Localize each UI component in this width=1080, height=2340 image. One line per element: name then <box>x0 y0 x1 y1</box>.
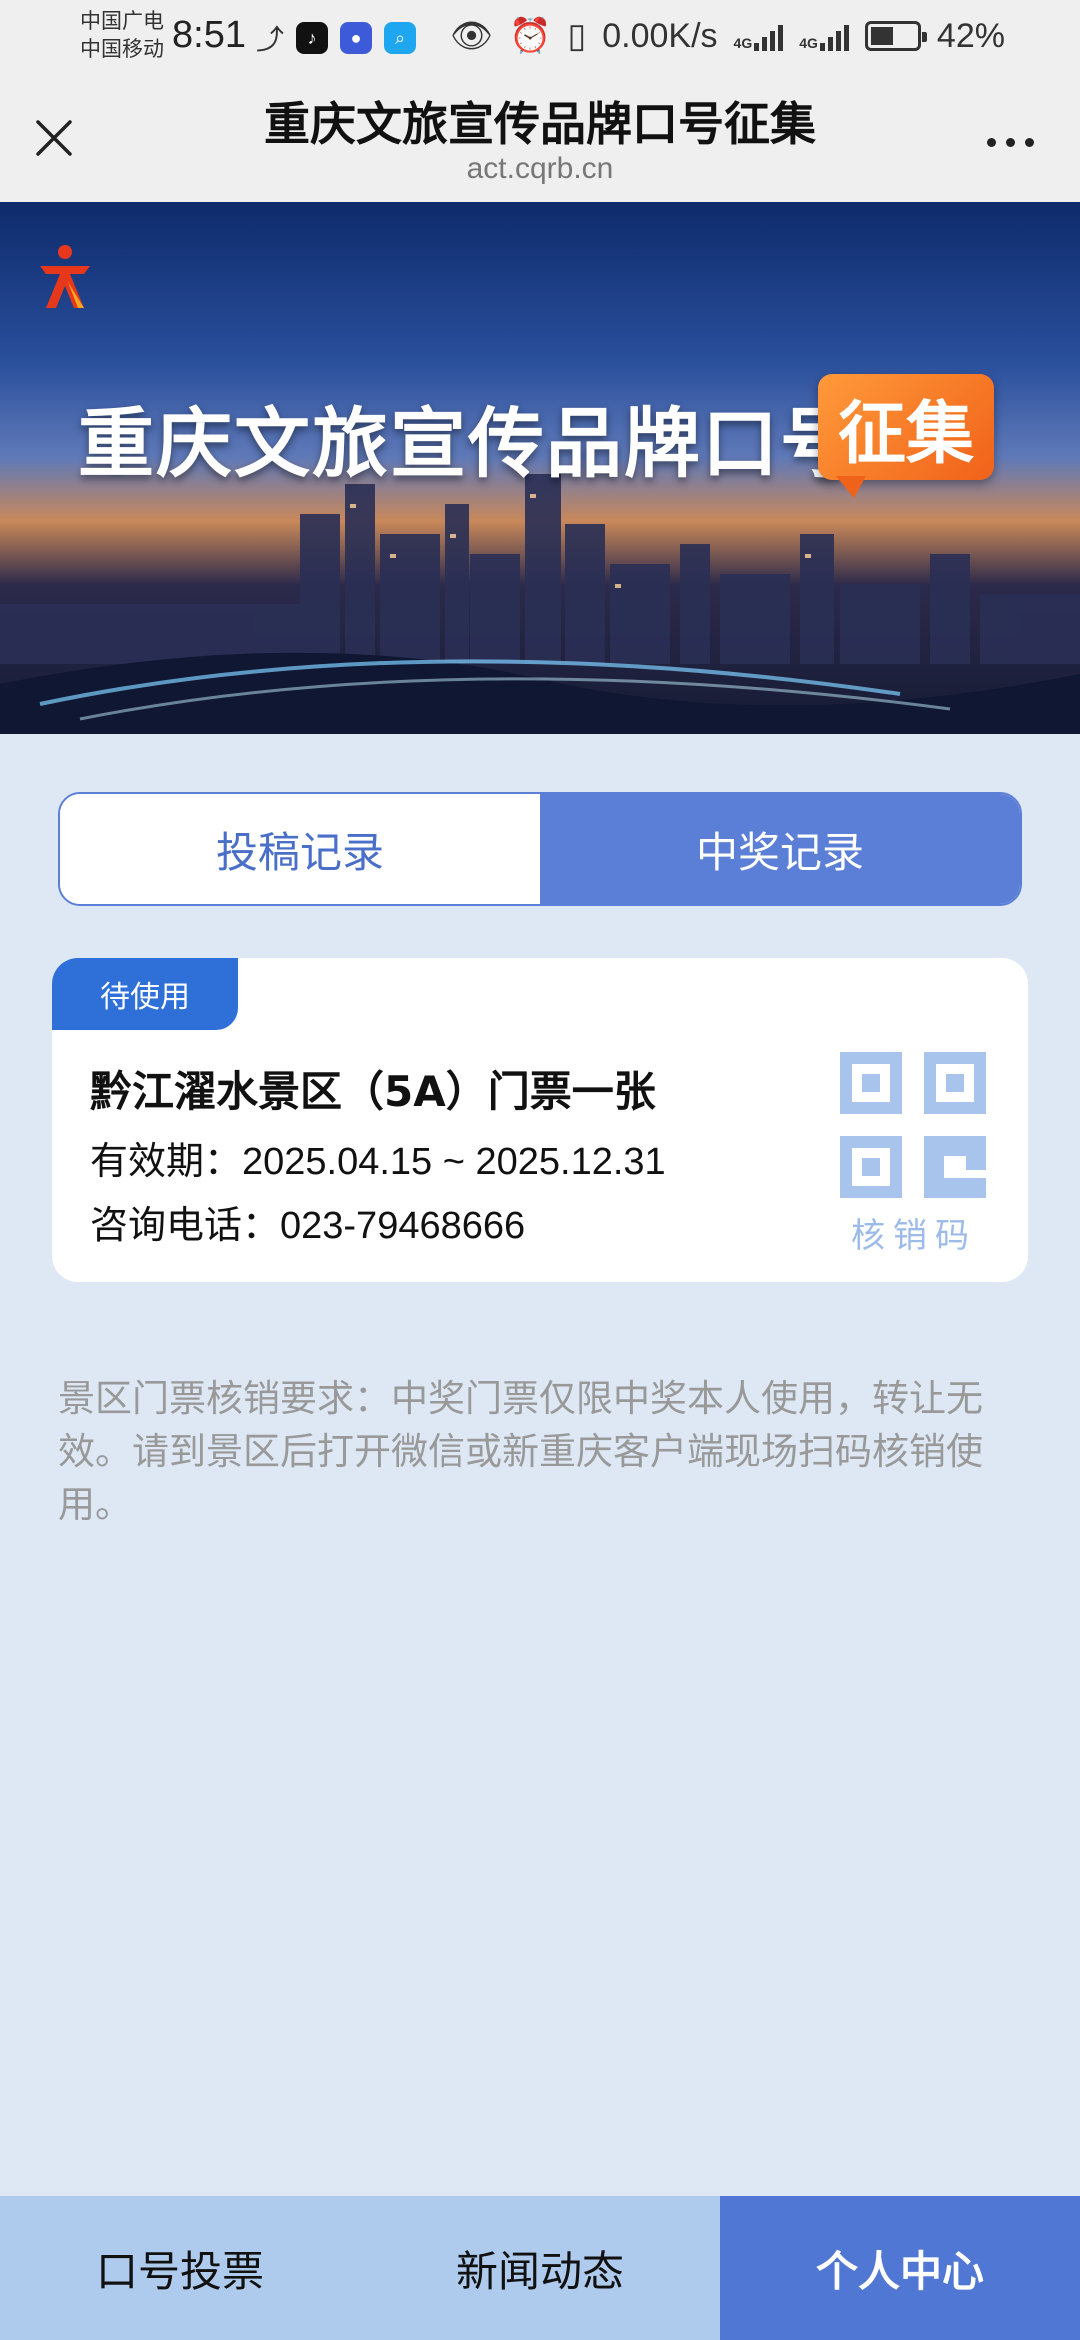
battery-percent: 42% <box>936 16 1005 55</box>
qq-icon: ● <box>340 22 373 54</box>
status-badge: 待使用 <box>52 958 238 1030</box>
signal-1-icon: 4G <box>734 21 784 51</box>
brand-logo-icon <box>40 245 90 308</box>
notification-icons: ⤴ ♪ ● ⌕ <box>256 18 417 58</box>
tab-submissions[interactable]: 投稿记录 <box>60 794 540 904</box>
carrier-2: 中国移动 <box>80 38 164 61</box>
phone-text: 咨询电话：023-79468666 <box>90 1205 526 1247</box>
record-tabs: 投稿记录 中奖记录 <box>58 792 1022 906</box>
carrier-1: 中国广电 <box>80 10 164 33</box>
tab-winnings[interactable]: 中奖记录 <box>540 794 1020 904</box>
signal-2-label: 4G <box>799 35 818 51</box>
page-url: act.cqrb.cn <box>466 152 614 185</box>
missed-call-icon: ⤴ <box>256 24 285 55</box>
clock: 8:51 <box>172 14 246 56</box>
search-app-icon: ⌕ <box>384 22 417 54</box>
browser-titlebar: 重庆文旅宣传品牌口号征集 act.cqrb.cn <box>0 72 1080 202</box>
redemption-notice: 景区门票核销要求：中奖门票仅限中奖本人使用，转让无效。请到景区后打开微信或新重庆… <box>58 1377 983 1526</box>
alarm-icon: ⏰ <box>509 17 552 55</box>
nav-news[interactable]: 新闻动态 <box>360 2196 720 2340</box>
prize-title: 黔江濯水景区（5A）门票一张 <box>90 1067 656 1116</box>
more-options-button[interactable] <box>970 122 1050 162</box>
battery-icon <box>864 21 927 51</box>
status-bar: 中国广电 中国移动 8:51 ⤴ ♪ ● ⌕ 👁 ⏰ ▯ 0.00K/s 4G … <box>0 0 1080 72</box>
qr-code-icon[interactable] <box>840 1052 986 1198</box>
nav-profile[interactable]: 个人中心 <box>720 2196 1080 2340</box>
campaign-banner: 重庆文旅宣传品牌口号 征集 <box>0 202 1080 734</box>
validity-text: 有效期：2025.04.15 ~ 2025.12.31 <box>90 1141 666 1183</box>
tiktok-icon: ♪ <box>296 22 329 54</box>
nav-slogan-vote[interactable]: 口号投票 <box>0 2196 360 2340</box>
eye-icon: 👁 <box>450 17 494 55</box>
system-status: 👁 ⏰ ▯ 0.00K/s 4G 4G 42% <box>450 16 1005 56</box>
signal-2-icon: 4G <box>799 21 849 51</box>
net-speed: 0.00K/s <box>602 16 718 55</box>
city-skyline-image <box>0 474 1080 734</box>
carrier-labels: 中国广电 中国移动 <box>80 8 164 64</box>
bottom-navigation: 口号投票 新闻动态 个人中心 <box>0 2196 1080 2340</box>
more-icon <box>986 137 996 147</box>
page-title: 重庆文旅宣传品牌口号征集 <box>264 97 816 151</box>
banner-badge: 征集 <box>818 374 994 498</box>
vibrate-icon: ▯ <box>567 17 587 55</box>
prize-card[interactable]: 待使用 黔江濯水景区（5A）门票一张 有效期：2025.04.15 ~ 2025… <box>52 958 1028 1282</box>
qr-code-label: 核销码 <box>851 1216 977 1256</box>
banner-headline: 重庆文旅宣传品牌口号 <box>78 399 858 488</box>
signal-1-label: 4G <box>733 35 753 51</box>
